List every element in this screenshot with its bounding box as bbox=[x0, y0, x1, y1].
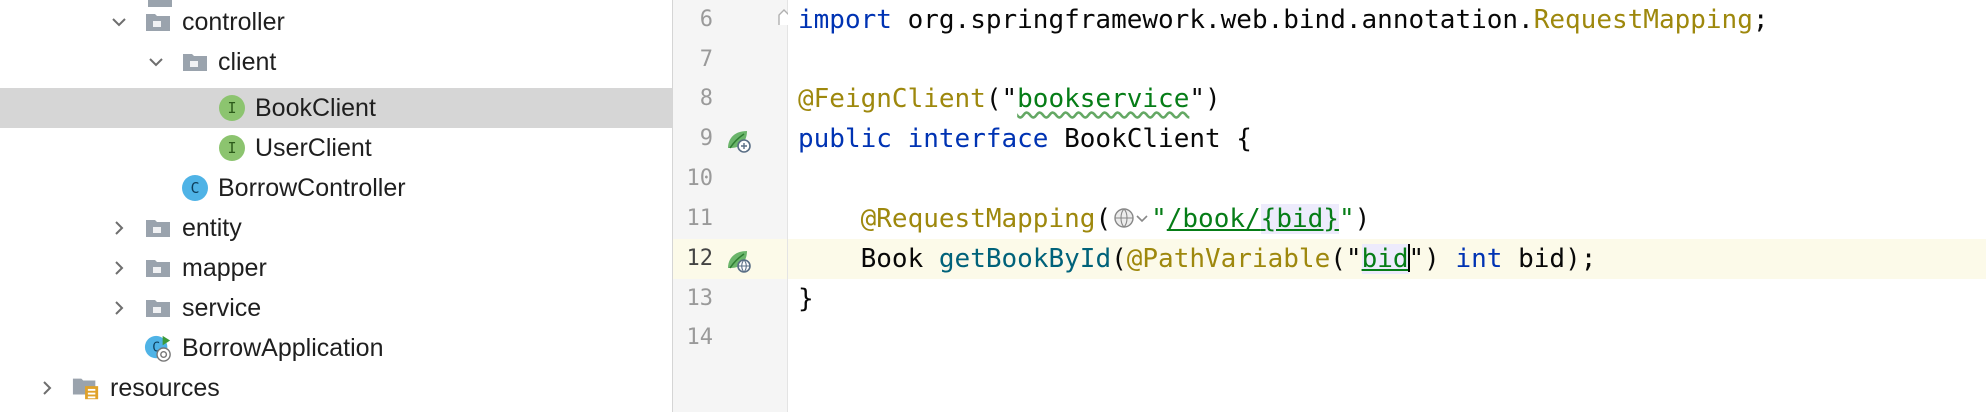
class-icon: C bbox=[181, 168, 209, 208]
interface-declaration: BookClient { bbox=[1048, 124, 1252, 154]
url-path-parameter[interactable]: {bid} bbox=[1260, 204, 1339, 234]
punctuation: (" bbox=[985, 84, 1018, 114]
keyword: int bbox=[1455, 244, 1503, 274]
tree-item-entity[interactable]: entity bbox=[0, 208, 672, 248]
chevron-right-icon[interactable] bbox=[108, 208, 130, 248]
punctuation: ) bbox=[1354, 204, 1371, 234]
package-name: org.springframework.web.bind.annotation. bbox=[891, 5, 1534, 35]
keyword: import bbox=[798, 5, 892, 35]
line-number-text: 6 bbox=[699, 7, 713, 32]
code-line-6[interactable]: import org.springframework.web.bind.anno… bbox=[798, 0, 1769, 40]
line-number-text: 9 bbox=[699, 126, 713, 151]
closing-brace: } bbox=[798, 284, 814, 314]
semicolon: ; bbox=[1752, 5, 1769, 35]
line-number: 7 bbox=[673, 40, 787, 80]
tree-item-controller[interactable]: controller bbox=[0, 2, 672, 42]
tree-item-bookclient[interactable]: I BookClient bbox=[0, 88, 672, 128]
return-type: Book bbox=[860, 244, 939, 274]
line-number-text: 14 bbox=[686, 325, 714, 350]
string-literal: bookservice bbox=[1017, 84, 1190, 114]
punctuation: ( bbox=[1111, 244, 1127, 274]
line-number: 6 bbox=[673, 0, 787, 40]
interface-badge: I bbox=[219, 95, 245, 121]
tree-item-userclient[interactable]: I UserClient bbox=[0, 128, 672, 168]
folder-icon bbox=[144, 288, 172, 328]
tree-item-mapper[interactable]: mapper bbox=[0, 248, 672, 288]
spring-boot-class-icon: C bbox=[144, 328, 172, 368]
annotation: @PathVariable bbox=[1126, 244, 1331, 274]
annotation: @RequestMapping bbox=[860, 204, 1096, 234]
line-number-text: 10 bbox=[686, 166, 714, 191]
keyword: interface bbox=[907, 124, 1049, 154]
folder-icon bbox=[144, 2, 172, 42]
line-number-current: 12 bbox=[673, 239, 787, 279]
line-number: 9 bbox=[673, 119, 787, 159]
code-line-9[interactable]: public interface BookClient { bbox=[798, 119, 1252, 159]
line-number: 10 bbox=[673, 159, 787, 199]
url-path-link[interactable]: /book/ bbox=[1167, 204, 1261, 234]
tree-item-label: BorrowController bbox=[218, 174, 406, 202]
chevron-down-icon[interactable] bbox=[108, 2, 130, 42]
folder-icon bbox=[144, 208, 172, 248]
line-number-text: 7 bbox=[699, 47, 713, 72]
spring-web-gutter-icon[interactable] bbox=[725, 247, 751, 273]
punctuation: ( bbox=[1095, 204, 1112, 234]
code-line-13[interactable]: } bbox=[798, 279, 814, 319]
tree-item-client[interactable]: client bbox=[0, 42, 672, 82]
line-number-text: 12 bbox=[686, 246, 714, 271]
interface-badge: I bbox=[219, 135, 245, 161]
folder-icon bbox=[181, 42, 209, 82]
punctuation: " bbox=[1338, 204, 1355, 234]
chevron-right-icon[interactable] bbox=[36, 368, 58, 408]
tree-item-label: controller bbox=[182, 8, 285, 36]
project-tree: controller client I BookClient I UserCli… bbox=[0, 0, 673, 412]
line-number-text: 13 bbox=[686, 286, 714, 311]
imported-class: RequestMapping bbox=[1533, 5, 1753, 35]
code-line-8[interactable]: @FeignClient("bookservice") bbox=[798, 79, 1221, 119]
resources-folder-icon bbox=[72, 368, 100, 408]
line-number: 14 bbox=[673, 318, 787, 358]
code-line-12[interactable]: Book getBookById(@PathVariable("bid") in… bbox=[798, 239, 1596, 279]
chevron-down-icon[interactable] bbox=[145, 42, 167, 82]
line-number: 8 bbox=[673, 79, 787, 119]
url-globe-icon[interactable] bbox=[1111, 204, 1151, 232]
tree-item-service[interactable]: service bbox=[0, 288, 672, 328]
chevron-right-icon[interactable] bbox=[108, 248, 130, 288]
keyword: public bbox=[798, 124, 892, 154]
line-number: 13 bbox=[673, 279, 787, 319]
punctuation: ") bbox=[1189, 84, 1221, 114]
chevron-right-icon[interactable] bbox=[108, 288, 130, 328]
tree-item-label: entity bbox=[182, 214, 242, 242]
class-badge: C bbox=[182, 175, 208, 201]
line-number-text: 11 bbox=[686, 206, 714, 231]
line-number-text: 8 bbox=[699, 86, 713, 111]
spring-bean-gutter-icon[interactable] bbox=[725, 127, 751, 153]
tree-item-resources[interactable]: resources bbox=[0, 368, 672, 408]
punctuation: ") bbox=[1408, 244, 1440, 274]
line-number: 11 bbox=[673, 199, 787, 239]
tree-item-label: BookClient bbox=[255, 94, 376, 122]
tree-item-label: client bbox=[218, 48, 277, 76]
tree-item-label: UserClient bbox=[255, 134, 372, 162]
tree-item-label: service bbox=[182, 294, 262, 322]
folder-icon bbox=[144, 248, 172, 288]
interface-icon: I bbox=[218, 88, 246, 128]
method-name: getBookById bbox=[938, 244, 1112, 274]
code-line-11[interactable]: @RequestMapping("/book/{bid}") bbox=[798, 199, 1370, 239]
tree-item-label: BorrowApplication bbox=[182, 334, 384, 362]
annotation: @FeignClient bbox=[798, 84, 986, 114]
punctuation: (" bbox=[1330, 244, 1362, 274]
punctuation: " bbox=[1151, 204, 1167, 234]
interface-icon: I bbox=[218, 128, 246, 168]
tree-item-label: mapper bbox=[182, 254, 267, 282]
path-variable-name[interactable]: bid bbox=[1361, 244, 1409, 274]
parameter-declaration: bid); bbox=[1502, 244, 1597, 274]
tree-item-borrowcontroller[interactable]: C BorrowController bbox=[0, 168, 672, 208]
tree-item-borrowapplication[interactable]: C BorrowApplication bbox=[0, 328, 672, 368]
tree-item-label: resources bbox=[110, 374, 220, 402]
